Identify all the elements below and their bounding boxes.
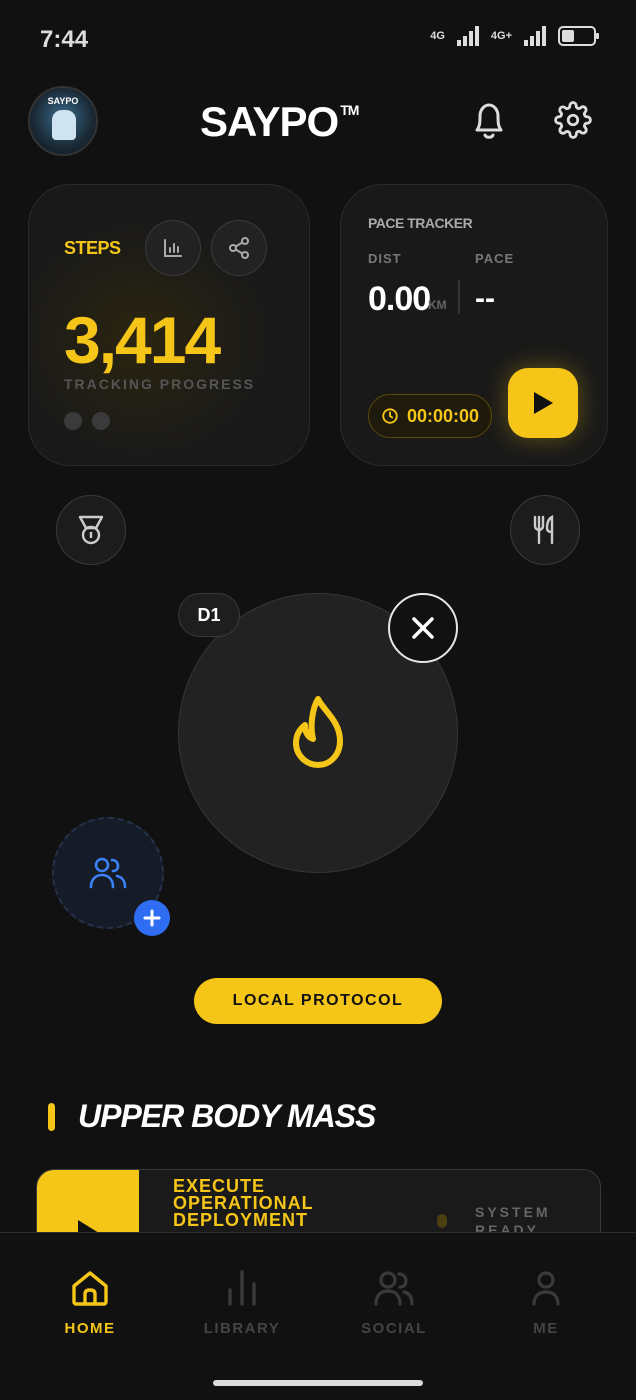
status-time: 7:44 [40, 26, 89, 53]
local-protocol-button[interactable]: LOCAL PROTOCOL [194, 978, 442, 1024]
nav-item-me[interactable]: ME [476, 1268, 616, 1337]
plus-icon [143, 909, 161, 927]
tracking-progress-label: TRACKING PROGRESS [64, 376, 256, 392]
share-button[interactable] [211, 220, 267, 276]
gear-icon[interactable] [554, 100, 592, 140]
brand-name: SAYPO [200, 98, 339, 145]
day-badge: D1 [178, 593, 240, 637]
signal-icon-2 [524, 26, 546, 46]
medal-icon [78, 515, 104, 545]
avatar[interactable]: SAYPO [28, 86, 98, 156]
network-label-2: 4G+ [490, 30, 512, 42]
stats-button[interactable] [145, 220, 201, 276]
section-title: UPPER BODY MASS [78, 1098, 376, 1134]
pace-divider [458, 280, 460, 314]
network-label-1: 4G [430, 30, 445, 42]
nav-label-me: ME [533, 1320, 559, 1337]
nav-label-social: SOCIAL [361, 1320, 427, 1337]
nav-item-social[interactable]: SOCIAL [324, 1268, 464, 1337]
workout-title: EXECUTE OPERATIONAL DEPLOYMENT [173, 1176, 314, 1230]
nav-item-home[interactable]: HOME [20, 1268, 160, 1337]
dist-value: 0.00 [368, 280, 431, 318]
close-icon [412, 617, 434, 639]
share-icon [229, 237, 249, 259]
dist-unit: KM [428, 298, 447, 312]
steps-value: 3,414 [64, 303, 221, 377]
nav-label-home: HOME [64, 1320, 116, 1337]
nav-label-library: LIBRARY [203, 1320, 281, 1337]
timer-pill: 00:00:00 [368, 394, 492, 438]
nav-item-library[interactable]: LIBRARY [172, 1268, 312, 1337]
timer-value: 00:00:00 [406, 405, 480, 426]
home-icon [72, 1271, 108, 1306]
brand-logo: SAYPO TM [200, 98, 359, 146]
avatar-label: SAYPO [47, 96, 79, 106]
brand-trademark: TM [340, 102, 359, 118]
status-indicator [437, 1214, 447, 1228]
user-icon [532, 1271, 560, 1306]
dist-label: DIST [368, 251, 402, 266]
users-icon [374, 1271, 414, 1306]
utensils-icon [533, 515, 554, 545]
pace-tracker-title: PACE TRACKER [368, 215, 473, 231]
users-icon [89, 857, 127, 889]
status-icons: 4G 4G+ [430, 26, 599, 46]
library-icon [228, 1270, 256, 1306]
signal-icon [456, 26, 479, 46]
start-run-button[interactable] [508, 368, 578, 438]
pace-label: PACE [475, 251, 515, 266]
home-indicator[interactable] [213, 1380, 423, 1386]
nutrition-button[interactable] [510, 495, 580, 565]
page-dot-1[interactable] [64, 412, 82, 430]
achievements-button[interactable] [56, 495, 126, 565]
section-accent-bar [48, 1103, 55, 1131]
bell-icon[interactable] [470, 100, 508, 142]
page-dot-2[interactable] [92, 412, 110, 430]
steps-label: STEPS [64, 238, 121, 258]
clock-icon [382, 408, 398, 424]
bar-chart-icon [164, 239, 182, 257]
add-friend-button[interactable] [134, 900, 170, 936]
close-button[interactable] [388, 593, 458, 663]
play-icon [534, 392, 553, 414]
avatar-figure [52, 110, 76, 140]
battery-icon [558, 26, 599, 46]
flame-icon [293, 696, 343, 768]
pace-value: -- [475, 282, 495, 315]
